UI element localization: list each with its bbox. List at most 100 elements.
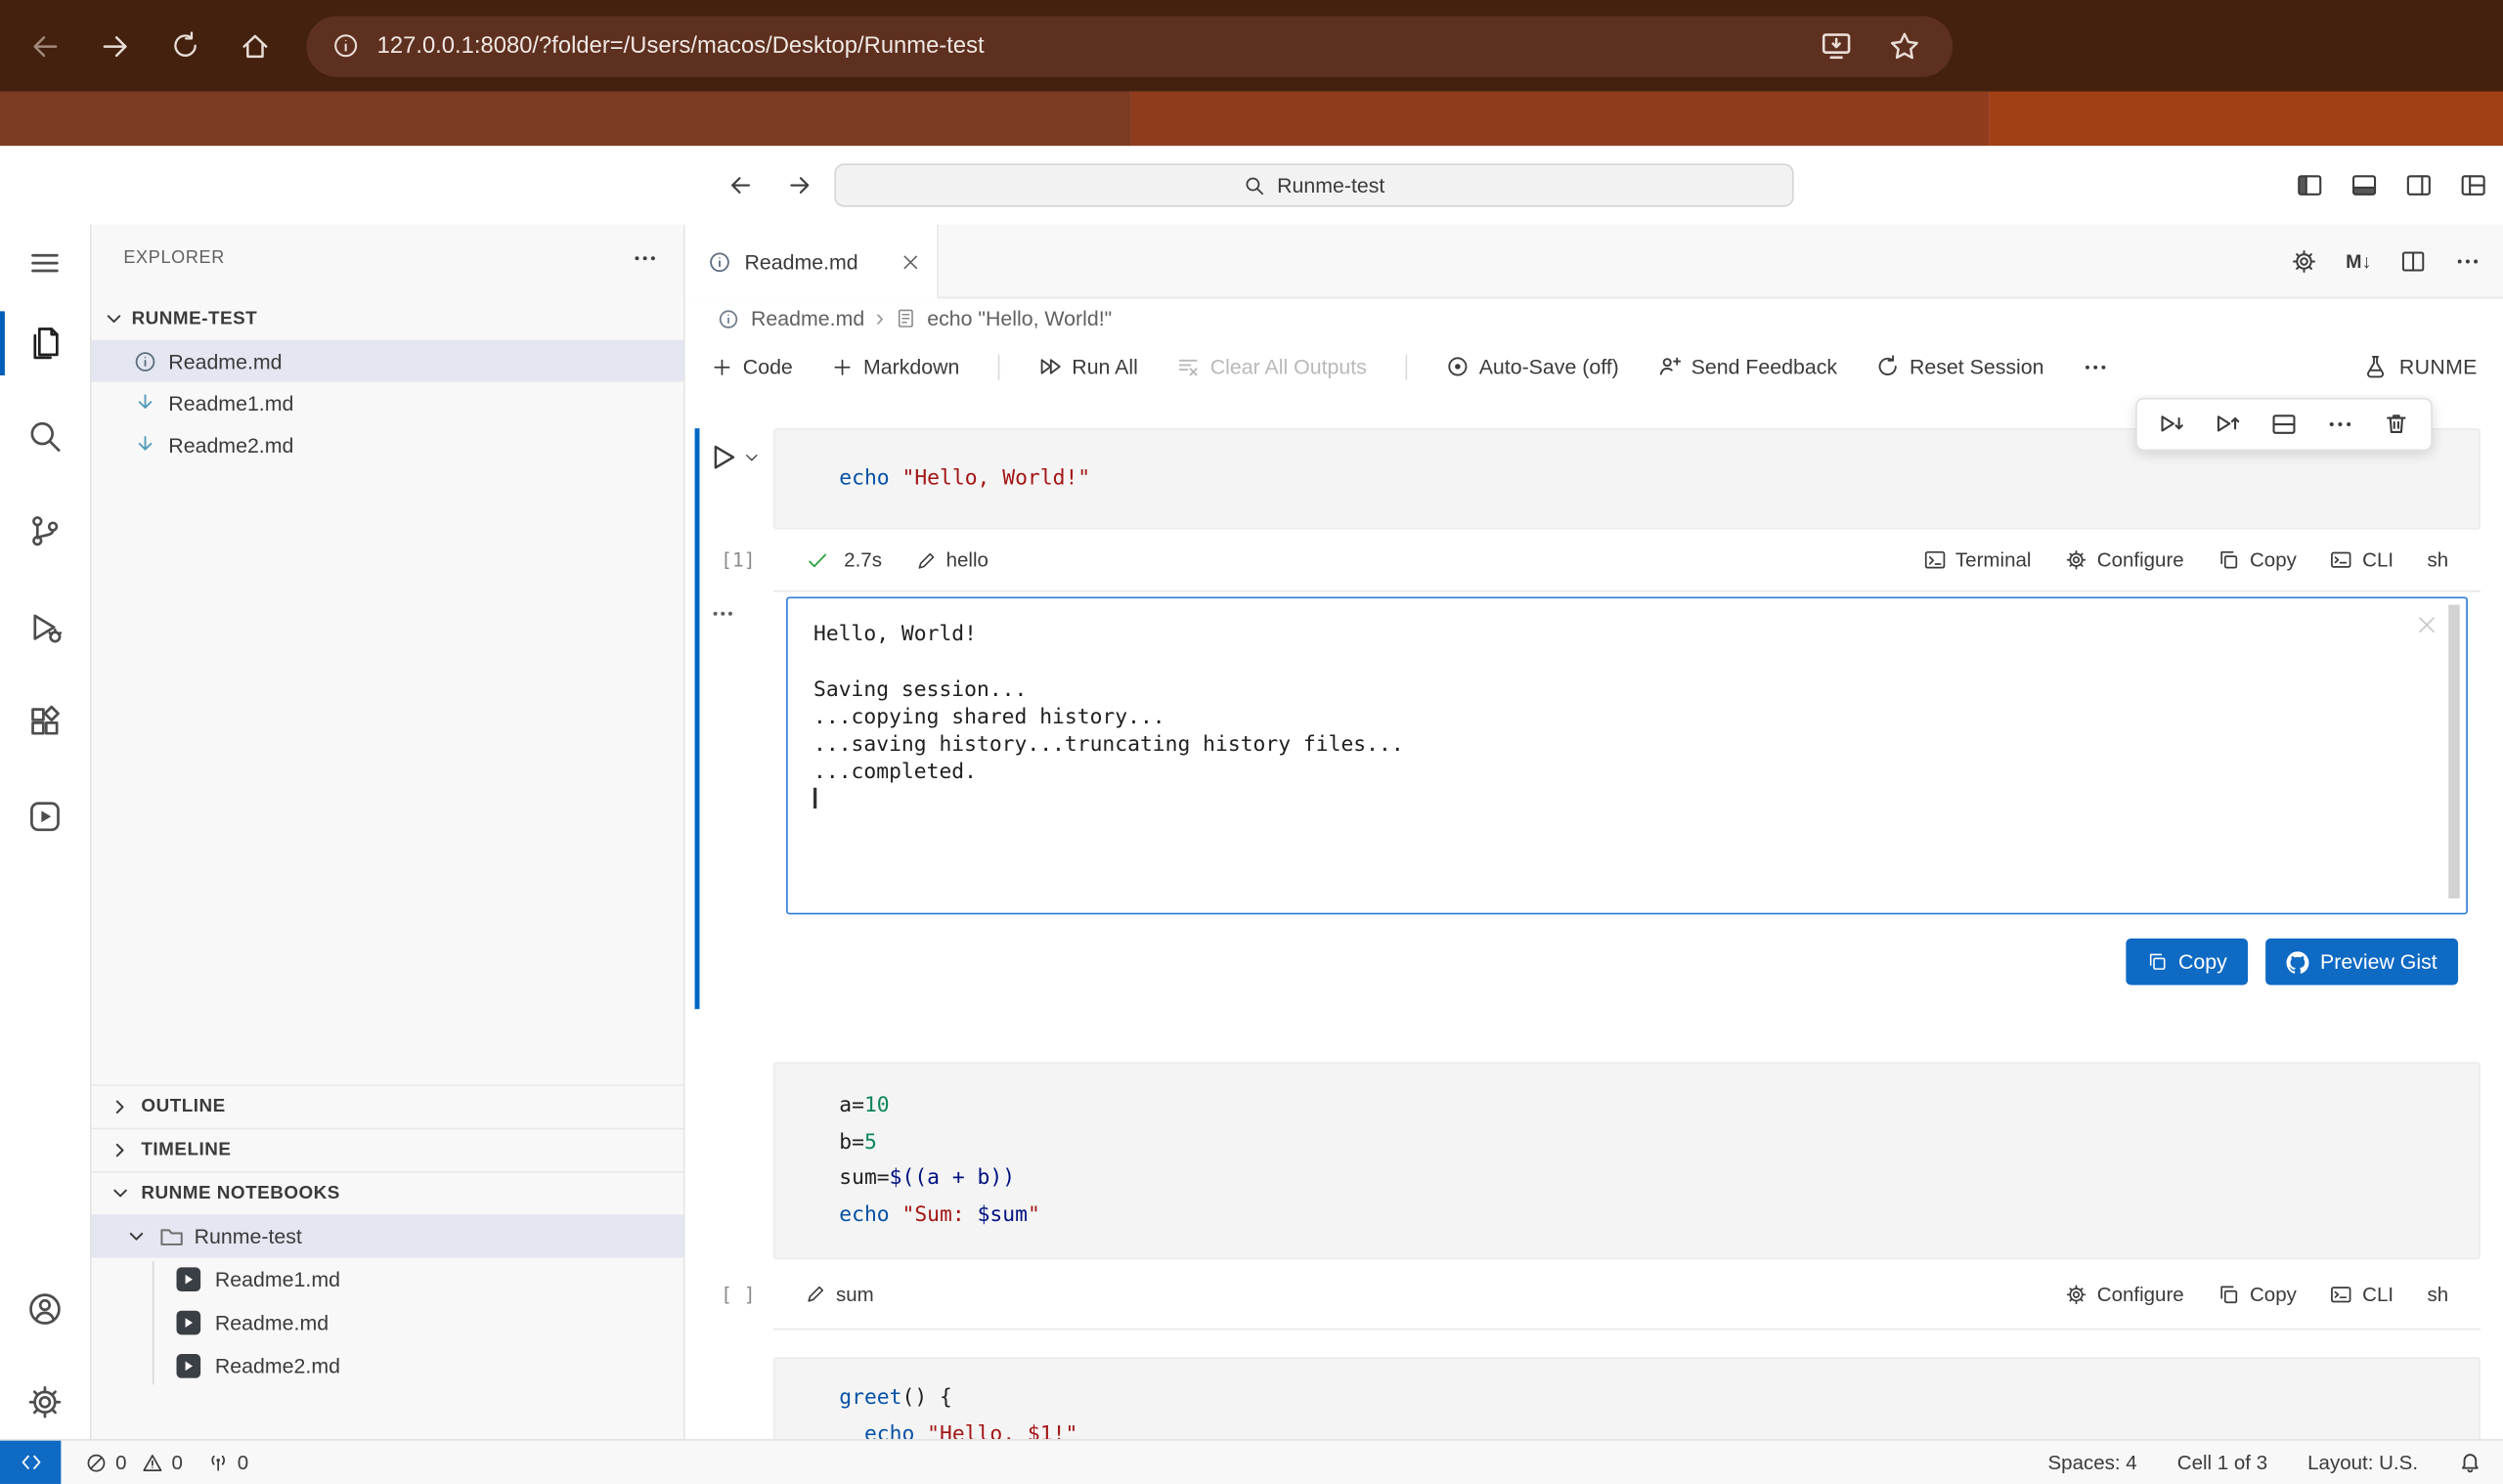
cell-language-label[interactable]: sh <box>2428 1283 2449 1305</box>
output-close-icon[interactable] <box>2415 613 2439 637</box>
settings-gear-icon[interactable] <box>0 1370 90 1434</box>
indentation-status[interactable]: Spaces: 4 <box>2047 1451 2136 1473</box>
site-info-icon[interactable] <box>332 32 360 60</box>
history-forward-icon[interactable] <box>786 172 813 199</box>
notebook-name: Readme1.md <box>215 1267 340 1291</box>
account-icon[interactable] <box>0 1277 90 1341</box>
copy-cell-button[interactable]: Copy <box>2218 1283 2297 1305</box>
terminal-button[interactable]: Terminal <box>1923 548 2031 571</box>
toggle-sidebar-icon[interactable] <box>2296 172 2323 199</box>
toggle-secondary-sidebar-icon[interactable] <box>2405 172 2433 199</box>
tab-close-icon[interactable] <box>900 251 921 272</box>
notebook-item-readme1-md[interactable]: Readme1.md <box>92 1258 684 1301</box>
file-item-readme-md[interactable]: Readme.md <box>92 340 684 382</box>
execution-count: [ ] <box>709 1283 767 1305</box>
breadcrumb-file[interactable]: Readme.md <box>751 306 864 330</box>
keyboard-layout-status[interactable]: Layout: U.S. <box>2307 1451 2418 1473</box>
folder-name: Runme-test <box>195 1224 302 1248</box>
notebook-toolbar: Code Markdown Run All Clear All Outputs <box>685 338 2503 394</box>
search-icon[interactable] <box>0 405 90 469</box>
section-outline[interactable]: OUTLINE <box>92 1084 684 1127</box>
gear-icon <box>2065 1283 2087 1305</box>
add-code-button[interactable]: Code <box>711 355 793 379</box>
command-center-search[interactable]: Runme-test <box>834 163 1793 206</box>
output-scrollbar-thumb[interactable] <box>2448 605 2459 898</box>
run-debug-icon[interactable] <box>0 595 90 660</box>
cell-more-actions-icon[interactable] <box>2326 411 2353 438</box>
breadcrumb-cell[interactable]: echo "Hello, World!" <box>927 306 1112 330</box>
runme-notebook-folder[interactable]: Runme-test <box>92 1214 684 1257</box>
remote-indicator[interactable] <box>0 1441 61 1484</box>
section-timeline[interactable]: TIMELINE <box>92 1128 684 1171</box>
browser-address-bar[interactable]: 127.0.0.1:8080/?folder=/Users/macos/Desk… <box>306 16 1953 76</box>
cell-symbol-icon <box>895 308 915 328</box>
run-cells-above-icon[interactable] <box>2215 411 2242 438</box>
file-item-readme2-md[interactable]: Readme2.md <box>92 423 684 465</box>
output-more-icon[interactable] <box>711 601 735 626</box>
cli-button[interactable]: CLI <box>2330 548 2393 571</box>
history-back-icon[interactable] <box>726 172 754 199</box>
send-feedback-button[interactable]: Send Feedback <box>1657 355 1837 379</box>
source-control-icon[interactable] <box>0 499 90 563</box>
reset-session-button[interactable]: Reset Session <box>1875 355 2043 379</box>
configure-button[interactable]: Configure <box>2065 548 2184 571</box>
extensions-icon[interactable] <box>0 690 90 755</box>
delete-cell-icon[interactable] <box>2383 411 2410 438</box>
browser-reload-icon[interactable] <box>170 30 200 61</box>
add-markdown-button[interactable]: Markdown <box>831 355 959 379</box>
chevron-down-icon <box>101 306 126 331</box>
notebook-cells: echo "Hello, World!" [1] 2.7s hello <box>685 395 2503 1439</box>
runme-notebooks-icon[interactable] <box>0 784 90 849</box>
split-cell-icon[interactable] <box>2270 411 2298 438</box>
customize-layout-icon[interactable] <box>2460 172 2487 199</box>
cell-name-button[interactable]: sum <box>806 1283 874 1305</box>
install-app-icon[interactable] <box>1820 29 1853 63</box>
copy-output-button[interactable]: Copy <box>2126 938 2248 985</box>
run-cell-button[interactable] <box>708 441 761 473</box>
toggle-panel-icon[interactable] <box>2350 172 2378 199</box>
notifications-bell-icon[interactable] <box>2458 1450 2482 1474</box>
toolbar-more-actions-icon[interactable] <box>2083 354 2108 379</box>
cell-3-code[interactable]: greet() { echo "Hello, $1!" <box>773 1357 2481 1439</box>
browser-home-icon[interactable] <box>240 29 272 62</box>
explorer-more-actions-icon[interactable] <box>633 245 658 271</box>
cell-2-statusbar: [ ] sum Configure <box>773 1259 2481 1330</box>
explorer-icon[interactable] <box>0 311 90 375</box>
run-all-button[interactable]: Run All <box>1038 355 1138 379</box>
editor-more-actions-icon[interactable] <box>2455 248 2481 274</box>
preview-gist-button[interactable]: Preview Gist <box>2265 938 2458 985</box>
file-name: Readme1.md <box>168 391 293 415</box>
browser-back-icon[interactable] <box>29 29 62 62</box>
cell-language-label[interactable]: sh <box>2428 548 2449 571</box>
notebook-item-readme-md[interactable]: Readme.md <box>92 1301 684 1344</box>
success-check-icon <box>806 547 830 572</box>
copy-cell-button[interactable]: Copy <box>2218 548 2297 571</box>
auto-save-toggle[interactable]: Auto-Save (off) <box>1445 355 1619 379</box>
remote-icon <box>19 1450 43 1474</box>
error-count: 0 <box>115 1451 126 1473</box>
split-editor-icon[interactable] <box>2400 248 2426 274</box>
pencil-icon <box>915 549 936 570</box>
clear-all-outputs-button: Clear All Outputs <box>1176 355 1367 379</box>
cell-position-status[interactable]: Cell 1 of 3 <box>2177 1451 2267 1473</box>
toolbar-divider <box>1405 354 1407 379</box>
browser-forward-icon[interactable] <box>100 29 132 62</box>
file-item-readme1-md[interactable]: Readme1.md <box>92 382 684 424</box>
tree-root-folder[interactable]: RUNME-TEST <box>92 298 684 340</box>
search-icon <box>1244 174 1266 196</box>
markdown-preview-icon[interactable]: M↓ <box>2346 250 2371 273</box>
vscode-titlebar: Runme-test <box>0 146 2503 224</box>
section-runme-notebooks[interactable]: RUNME NOTEBOOKS <box>92 1171 684 1214</box>
ports-indicator[interactable]: 0 <box>207 1451 249 1473</box>
tab-readme-md[interactable]: Readme.md <box>685 225 939 298</box>
configure-button[interactable]: Configure <box>2065 1283 2184 1305</box>
bookmark-star-icon[interactable] <box>1888 29 1920 62</box>
notebook-item-readme2-md[interactable]: Readme2.md <box>92 1344 684 1387</box>
run-cell-and-below-icon[interactable] <box>2158 411 2185 438</box>
notebook-settings-gear-icon[interactable] <box>2291 248 2316 274</box>
problems-indicator[interactable]: 0 0 <box>85 1451 183 1473</box>
cell-2-code[interactable]: a=10b=5sum=$((a + b))echo "Sum: $sum" <box>773 1062 2481 1259</box>
cell-name-button[interactable]: hello <box>915 548 988 571</box>
cli-button[interactable]: CLI <box>2330 1283 2393 1305</box>
menu-icon[interactable] <box>0 231 90 295</box>
